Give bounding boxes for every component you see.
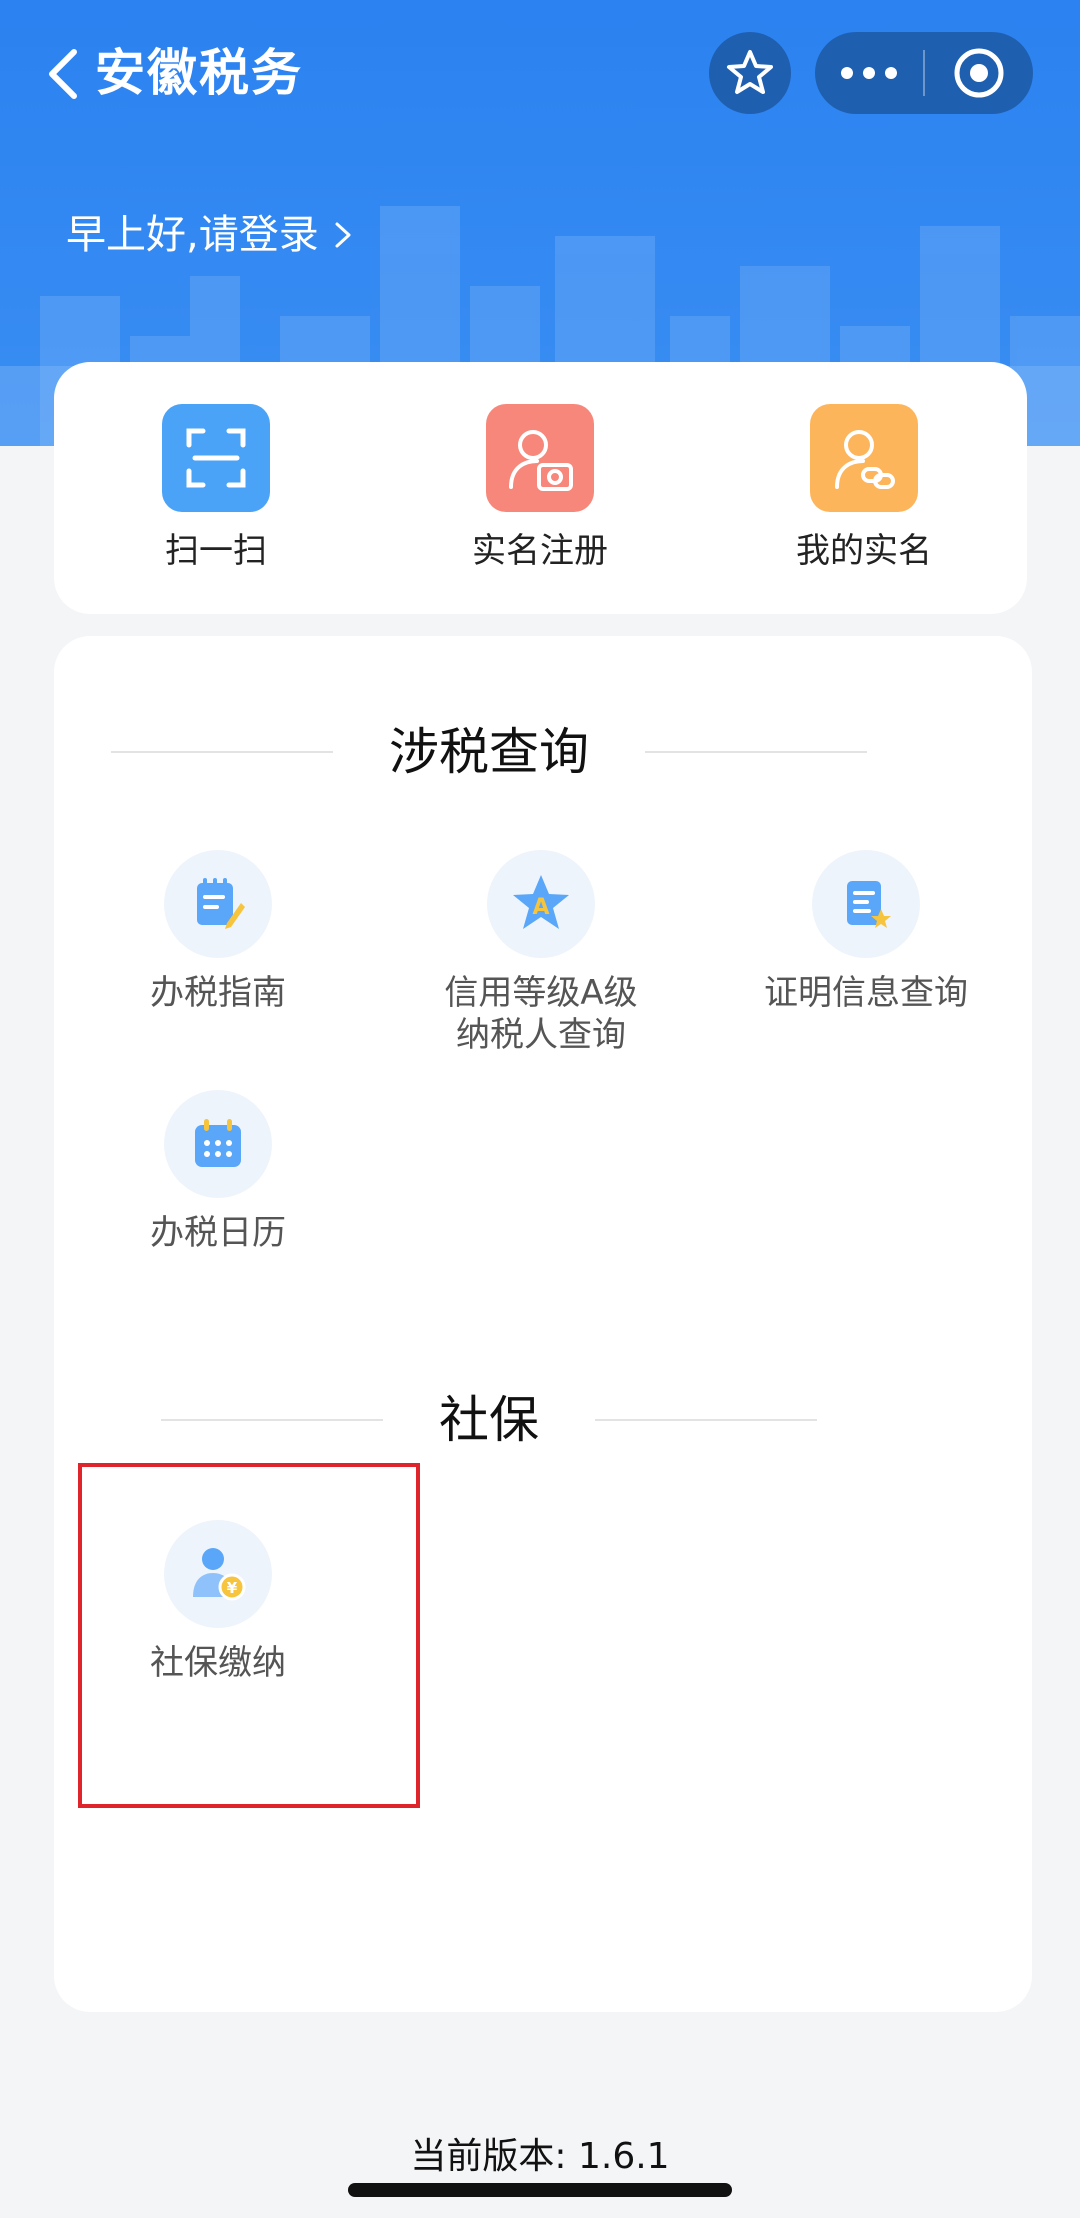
back-button[interactable] bbox=[40, 38, 90, 108]
favorite-button[interactable] bbox=[709, 32, 791, 114]
quick-action-label: 扫一扫 bbox=[165, 531, 267, 571]
quick-action-scan[interactable]: 扫一扫 bbox=[116, 404, 316, 576]
close-program-button[interactable] bbox=[925, 32, 1033, 114]
calendar-icon bbox=[164, 1090, 272, 1198]
star-outline-icon bbox=[727, 50, 773, 94]
service-tax-calendar[interactable]: 办税日历 bbox=[68, 1090, 368, 1254]
version-text: 当前版本: 1.6.1 bbox=[410, 2136, 670, 2177]
section-divider-line bbox=[161, 1419, 383, 1421]
more-button[interactable] bbox=[815, 32, 923, 114]
section-divider-line bbox=[111, 751, 333, 753]
guide-notepad-icon bbox=[164, 850, 272, 958]
section-title-social-security: 社保 bbox=[0, 1380, 978, 1460]
section-title-text: 涉税查询 bbox=[389, 723, 589, 781]
svg-text:A: A bbox=[532, 895, 549, 920]
certificate-icon bbox=[812, 850, 920, 958]
quick-action-label: 实名注册 bbox=[472, 531, 608, 571]
page-title: 安徽税务 bbox=[95, 44, 303, 102]
service-label: 信用等级A级 纳税人查询 bbox=[444, 973, 638, 1055]
user-camera-icon bbox=[486, 404, 594, 512]
greeting-text: 早上好,请登录 bbox=[66, 212, 319, 258]
quick-actions-card: 扫一扫 实名注册 我的实名 bbox=[54, 362, 1027, 614]
target-circle-icon bbox=[954, 48, 1004, 98]
quick-action-register[interactable]: 实名注册 bbox=[440, 404, 640, 576]
user-link-icon bbox=[810, 404, 918, 512]
ellipsis-icon bbox=[841, 67, 897, 79]
quick-action-my-realname[interactable]: 我的实名 bbox=[764, 404, 964, 576]
service-label: 办税日历 bbox=[150, 1213, 286, 1253]
service-credit-a-query[interactable]: A 信用等级A级 纳税人查询 bbox=[391, 850, 691, 1056]
star-a-icon: A bbox=[487, 850, 595, 958]
login-greeting-link[interactable]: 早上好,请登录 bbox=[66, 200, 353, 270]
service-label: 办税指南 bbox=[150, 973, 286, 1013]
section-divider-line bbox=[645, 751, 867, 753]
service-certificate-query[interactable]: 证明信息查询 bbox=[716, 850, 1016, 1014]
home-indicator[interactable] bbox=[348, 2183, 732, 2197]
quick-action-label: 我的实名 bbox=[796, 531, 932, 571]
section-divider-line bbox=[595, 1419, 817, 1421]
highlight-annotation-box bbox=[78, 1463, 420, 1808]
scan-icon bbox=[162, 404, 270, 512]
service-tax-guide[interactable]: 办税指南 bbox=[68, 850, 368, 1014]
chevron-right-icon bbox=[335, 222, 351, 248]
section-title-tax-query: 涉税查询 bbox=[0, 712, 978, 792]
chevron-left-icon bbox=[49, 49, 77, 99]
service-label: 证明信息查询 bbox=[764, 973, 968, 1013]
section-title-text: 社保 bbox=[439, 1391, 539, 1449]
mini-program-capsule bbox=[815, 32, 1033, 114]
